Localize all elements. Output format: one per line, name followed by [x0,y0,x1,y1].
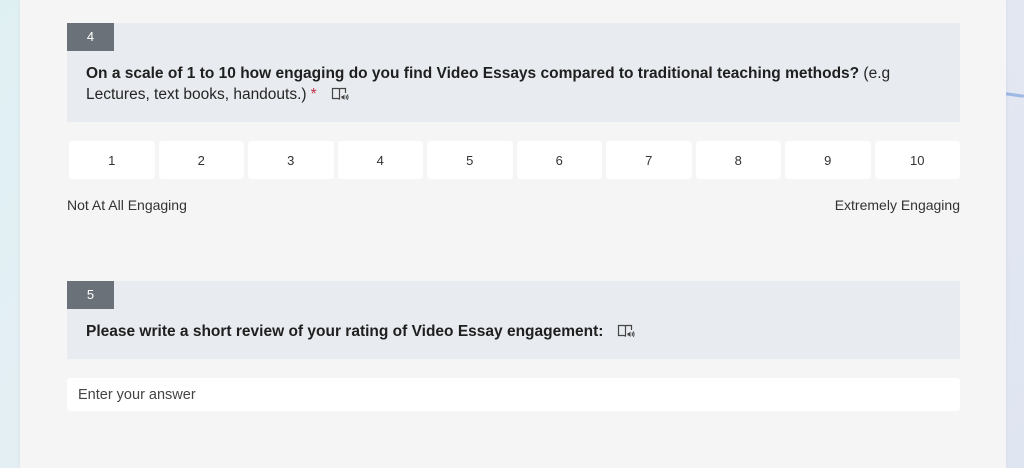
rating-option-4[interactable]: 4 [337,141,423,179]
rating-option-1[interactable]: 1 [69,141,155,179]
rating-option-2[interactable]: 2 [158,141,244,179]
rating-option-7[interactable]: 7 [606,141,692,179]
rating-option-3[interactable]: 3 [248,141,334,179]
question-title: Please write a short review of your rati… [86,321,936,342]
answer-input[interactable] [67,378,960,411]
rating-option-8[interactable]: 8 [695,141,781,179]
question-number-badge: 5 [67,281,114,309]
question-title: On a scale of 1 to 10 how engaging do yo… [86,63,936,105]
rating-option-5[interactable]: 5 [427,141,513,179]
question-4-header: 4 On a scale of 1 to 10 how engaging do … [67,23,960,122]
rating-option-10[interactable]: 10 [874,141,960,179]
form-card: 4 On a scale of 1 to 10 how engaging do … [20,0,1006,468]
question-title-bold: Please write a short review of your rati… [86,323,604,340]
scale-high-label: Extremely Engaging [834,197,960,213]
immersive-reader-icon[interactable] [617,323,635,339]
rating-scale: 1 2 3 4 5 6 7 8 9 10 [69,141,960,179]
question-5-header: 5 Please write a short review of your ra… [67,281,960,359]
rating-option-6[interactable]: 6 [516,141,602,179]
immersive-reader-icon[interactable] [331,86,349,102]
question-number-badge: 4 [67,23,114,51]
required-asterisk: * [310,86,317,103]
scale-low-label: Not At All Engaging [67,197,187,213]
question-title-bold: On a scale of 1 to 10 how engaging do yo… [86,65,860,82]
rating-option-9[interactable]: 9 [785,141,871,179]
